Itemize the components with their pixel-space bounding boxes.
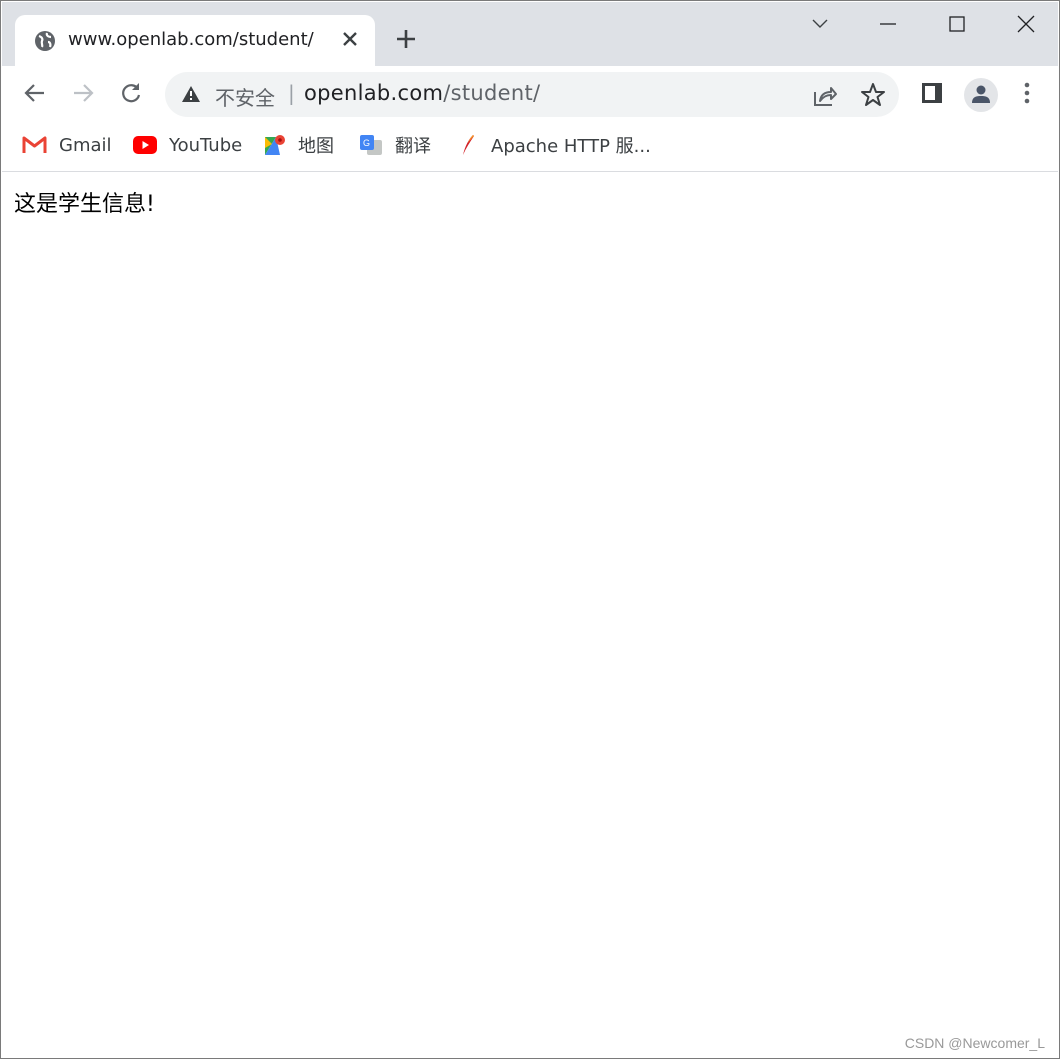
new-tab-icon[interactable] xyxy=(395,28,417,50)
bookmark-apache[interactable]: Apache HTTP 服... xyxy=(457,132,651,158)
profile-avatar[interactable] xyxy=(964,78,998,112)
bookmark-star-icon[interactable] xyxy=(860,82,886,108)
url-path: /student/ xyxy=(443,81,541,105)
person-icon xyxy=(972,85,990,103)
globe-icon xyxy=(35,31,55,51)
side-panel-icon[interactable] xyxy=(920,80,944,106)
share-icon[interactable] xyxy=(812,82,838,108)
url-text[interactable]: openlab.com/student/ xyxy=(304,81,540,105)
minimize-icon[interactable] xyxy=(878,12,898,34)
bookmark-label: 翻译 xyxy=(395,136,431,157)
close-window-icon[interactable] xyxy=(1016,12,1036,34)
youtube-icon xyxy=(133,136,157,154)
warning-icon[interactable] xyxy=(181,85,201,103)
translate-icon: G xyxy=(360,135,382,155)
url-host: openlab.com xyxy=(304,81,444,105)
apache-feather-icon xyxy=(463,135,474,155)
browser-window: www.openlab.com/student/ 不安全 | openlab.c… xyxy=(0,0,1060,1059)
tab-title: www.openlab.com/student/ xyxy=(68,29,314,50)
bookmark-translate[interactable]: G 翻译 xyxy=(359,132,431,158)
security-label[interactable]: 不安全 xyxy=(215,82,275,111)
bookmark-maps[interactable]: 地图 xyxy=(264,132,334,158)
tab-search-chevron-icon[interactable] xyxy=(810,12,830,34)
bookmark-label: Apache HTTP 服... xyxy=(491,136,651,157)
gmail-icon xyxy=(22,136,47,153)
toolbar: 不安全 | openlab.com/student/ xyxy=(2,66,1058,124)
menu-kebab-icon[interactable] xyxy=(1020,80,1034,106)
bookmarks-bar: Gmail YouTube 地图 G 翻译 Apache HTTP 服... xyxy=(2,124,1058,172)
bookmark-label: YouTube xyxy=(169,134,243,156)
close-tab-icon[interactable] xyxy=(341,30,359,48)
bookmark-gmail[interactable]: Gmail xyxy=(22,132,112,158)
back-icon[interactable] xyxy=(22,80,48,106)
separator: | xyxy=(288,81,295,105)
maps-icon xyxy=(265,135,285,155)
tab-strip: www.openlab.com/student/ xyxy=(2,2,1058,66)
page-content-text: 这是学生信息! xyxy=(14,192,155,217)
bookmark-label: 地图 xyxy=(298,136,334,157)
svg-text:G: G xyxy=(363,138,370,148)
watermark: CSDN @Newcomer_L xyxy=(904,1035,1045,1051)
maximize-icon[interactable] xyxy=(947,12,967,34)
reload-icon[interactable] xyxy=(118,80,144,106)
bookmark-label: Gmail xyxy=(59,134,112,156)
forward-icon[interactable] xyxy=(70,80,96,106)
tab-active[interactable]: www.openlab.com/student/ xyxy=(15,15,375,66)
address-bar[interactable]: 不安全 | openlab.com/student/ xyxy=(165,72,899,117)
bookmark-youtube[interactable]: YouTube xyxy=(133,132,242,158)
